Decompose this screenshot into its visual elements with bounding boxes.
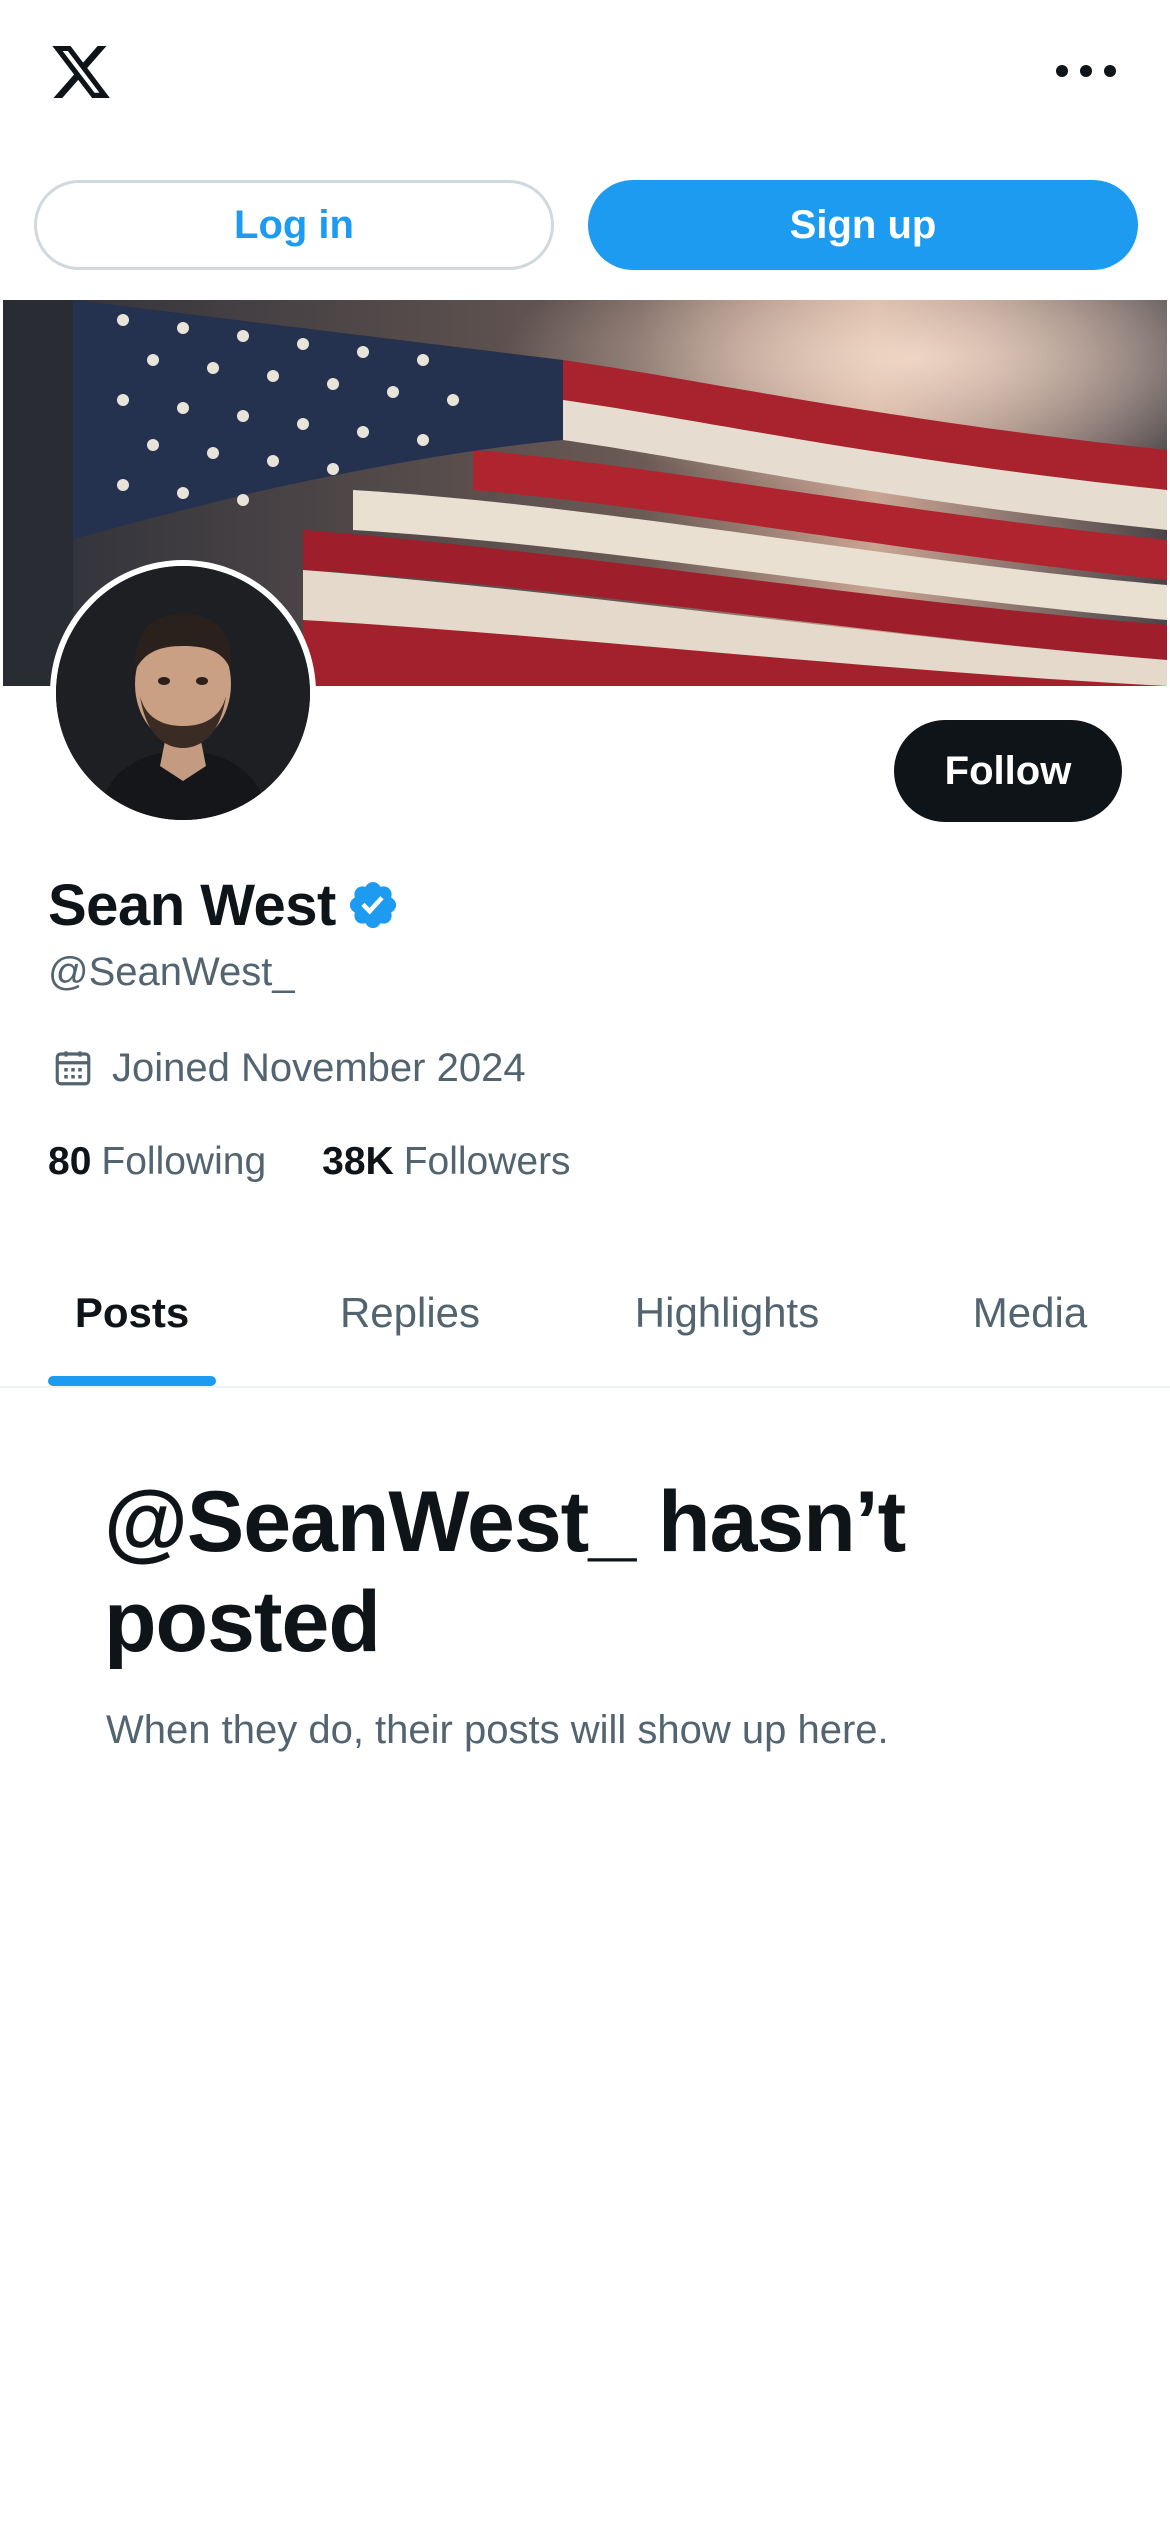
- more-horizontal-icon[interactable]: [1056, 56, 1116, 86]
- following-link[interactable]: 80 Following: [48, 1140, 266, 1184]
- followers-label: Followers: [403, 1140, 571, 1183]
- followers-link[interactable]: 38K Followers: [322, 1140, 570, 1184]
- tab-replies[interactable]: Replies: [300, 1240, 520, 1386]
- user-handle: @SeanWest_: [48, 950, 295, 994]
- verified-badge-icon[interactable]: [346, 878, 400, 932]
- joined-date: Joined November 2024: [52, 1038, 526, 1098]
- tab-posts[interactable]: Posts: [48, 1240, 216, 1386]
- follow-button[interactable]: Follow: [894, 720, 1122, 822]
- display-name-row: Sean West: [48, 870, 400, 940]
- display-name: Sean West: [48, 872, 336, 938]
- followers-count: 38K: [322, 1140, 394, 1183]
- auth-buttons: Log in Sign up: [0, 180, 1170, 270]
- top-bar: [0, 0, 1170, 150]
- profile-tabs: Posts Replies Highlights Media: [0, 1240, 1170, 1388]
- active-tab-indicator: [48, 1376, 216, 1386]
- empty-state-subtitle: When they do, their posts will show up h…: [106, 1708, 889, 1752]
- following-label: Following: [101, 1140, 267, 1183]
- tab-media[interactable]: Media: [940, 1240, 1120, 1386]
- joined-date-text: Joined November 2024: [112, 1045, 526, 1090]
- login-button[interactable]: Log in: [34, 180, 554, 270]
- follow-stats: 80 Following 38K Followers: [48, 1132, 571, 1192]
- tab-highlights[interactable]: Highlights: [600, 1240, 854, 1386]
- empty-state-title: @SeanWest_ hasn’t posted: [104, 1474, 906, 1670]
- calendar-icon: [55, 1051, 91, 1086]
- x-logo-icon[interactable]: [46, 40, 116, 104]
- signup-button[interactable]: Sign up: [588, 180, 1138, 270]
- following-count: 80: [48, 1140, 92, 1183]
- avatar[interactable]: [50, 560, 316, 826]
